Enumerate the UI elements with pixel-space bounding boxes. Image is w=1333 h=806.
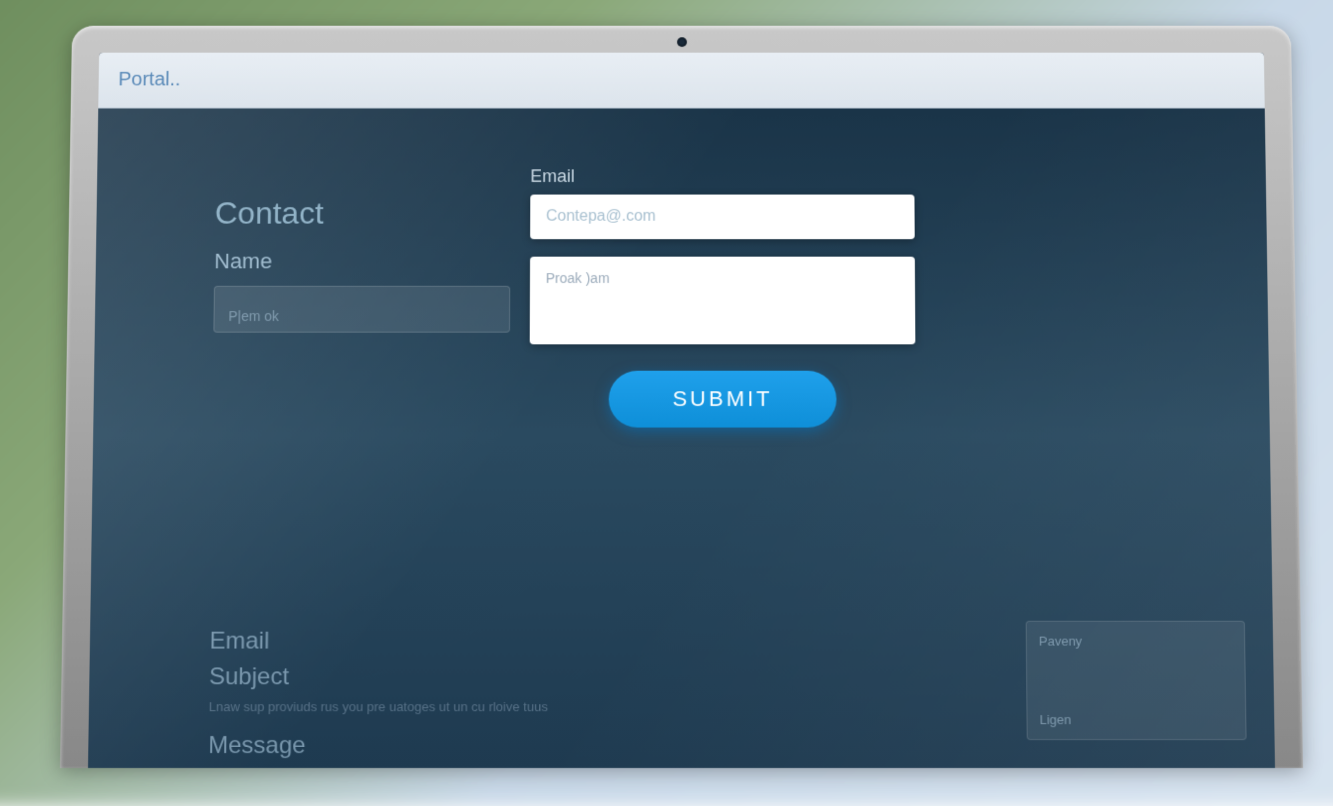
laptop-bezel: Portal.. Contact Name P|em ok Email Subj… <box>60 26 1303 768</box>
webcam-dot <box>677 37 687 47</box>
message-input[interactable] <box>530 257 916 345</box>
laptop-screen: Portal.. Contact Name P|em ok Email Subj… <box>88 53 1275 768</box>
email-section-label: Email <box>209 628 548 656</box>
message-section-label: Message <box>208 732 548 760</box>
submit-button[interactable]: SUBMIT <box>609 371 837 428</box>
browser-toolbar: Portal.. <box>98 53 1264 109</box>
side-box-bottom-text: Ligen <box>1039 712 1233 727</box>
email-input[interactable] <box>530 195 915 240</box>
subject-helper-text: Lnaw sup proviuds rus you pre uatoges ut… <box>209 699 548 714</box>
subject-section-label: Subject <box>209 663 548 691</box>
name-placeholder-text: P|em ok <box>228 308 279 324</box>
side-info-box[interactable]: Paveny Ligen <box>1026 621 1247 740</box>
page-body: Contact Name P|em ok Email Subject Lnaw … <box>88 109 1275 768</box>
address-text[interactable]: Portal.. <box>118 69 181 91</box>
field-label-list: Email Subject Lnaw sup proviuds rus you … <box>208 628 548 768</box>
contact-form: Email SUBMIT <box>529 166 916 427</box>
email-label: Email <box>530 166 914 186</box>
name-input[interactable]: P|em ok <box>213 286 510 333</box>
side-box-top-text: Paveny <box>1039 634 1233 649</box>
